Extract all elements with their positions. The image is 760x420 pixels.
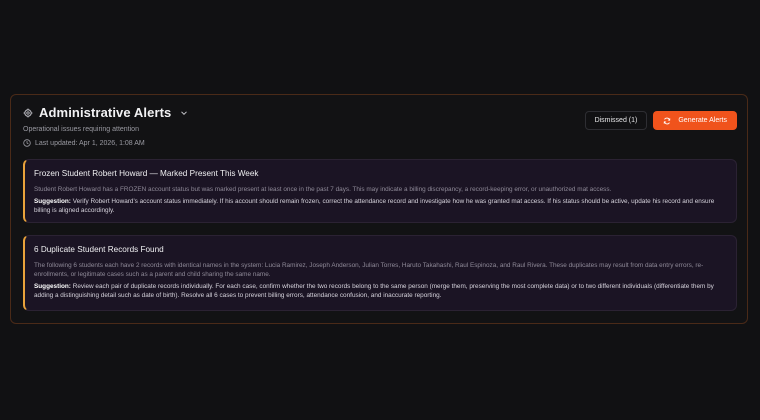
chevron-down-icon[interactable] [179, 108, 189, 118]
alerts-panel: Administrative Alerts Operational issues… [10, 94, 748, 324]
alert-title: Frozen Student Robert Howard — Marked Pr… [34, 169, 259, 178]
last-updated-row: Last updated: Apr 1, 2026, 1:08 AM [23, 139, 189, 147]
panel-header: Administrative Alerts Operational issues… [23, 105, 189, 147]
generate-alerts-label: Generate Alerts [678, 117, 727, 124]
alert-suggestion: Suggestion: Verify Robert Howard's accou… [34, 197, 726, 215]
suggestion-label: Suggestion: [34, 283, 71, 290]
alert-title: 6 Duplicate Student Records Found [34, 245, 164, 254]
alert-description: Student Robert Howard has a FROZEN accou… [34, 186, 612, 193]
clock-icon [23, 139, 31, 147]
suggestion-label: Suggestion: [34, 198, 71, 205]
alert-suggestion: Suggestion: Review each pair of duplicat… [34, 282, 726, 300]
last-updated-text: Last updated: Apr 1, 2026, 1:08 AM [35, 139, 145, 147]
suggestion-text: Review each pair of duplicate records in… [34, 283, 714, 299]
refresh-icon [663, 117, 671, 125]
alert-card-duplicate-records[interactable]: 6 Duplicate Student Records Found The fo… [23, 235, 737, 311]
generate-alerts-button[interactable]: Generate Alerts [653, 111, 737, 130]
suggestion-text: Verify Robert Howard's account status im… [34, 198, 715, 214]
alert-card-frozen-student[interactable]: Frozen Student Robert Howard — Marked Pr… [23, 159, 737, 223]
alert-description: The following 6 students each have 2 rec… [34, 262, 704, 278]
title-row[interactable]: Administrative Alerts [23, 105, 189, 120]
dismissed-button[interactable]: Dismissed (1) [584, 111, 648, 130]
page-title: Administrative Alerts [39, 105, 172, 120]
page-subtitle: Operational issues requiring attention [23, 126, 139, 133]
gear-icon [23, 108, 33, 118]
header-actions: Dismissed (1) Generate Alerts [584, 111, 737, 130]
